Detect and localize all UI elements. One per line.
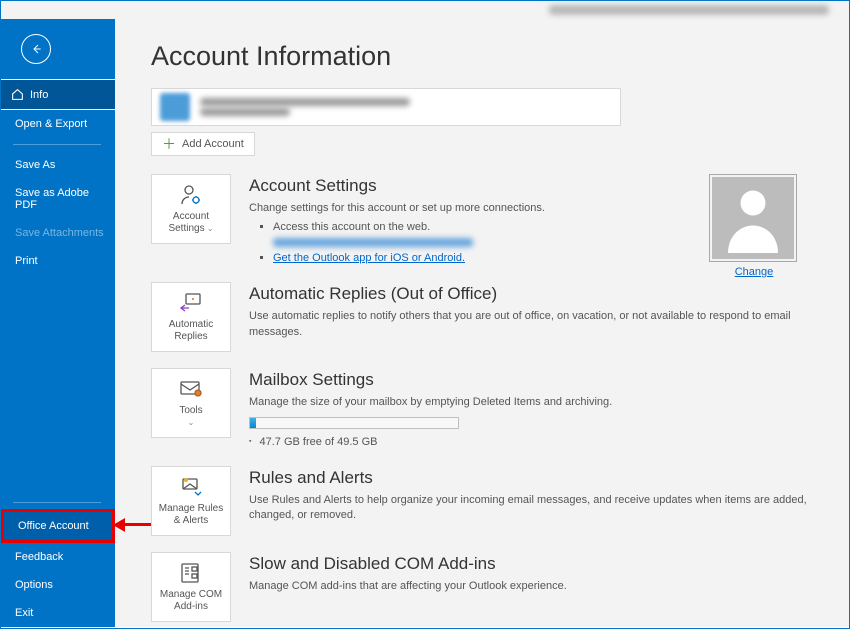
section-desc: Manage the size of your mailbox by empty… [249, 395, 819, 410]
arrow-left-icon [28, 41, 44, 57]
account-icon [160, 93, 190, 121]
envelope-gear-icon [178, 377, 204, 401]
auto-reply-icon [178, 291, 204, 315]
section-mailbox: Tools⌄ Mailbox Settings Manage the size … [151, 368, 819, 450]
tile-label: Manage Rules & Alerts [156, 503, 226, 527]
section-title: Automatic Replies (Out of Office) [249, 282, 819, 306]
rules-icon [178, 475, 204, 499]
tile-tools[interactable]: Tools⌄ [151, 368, 231, 438]
nav-info[interactable]: Info [1, 79, 115, 110]
section-title: Mailbox Settings [249, 368, 819, 392]
nav-office-account-label: Office Account [18, 520, 89, 532]
home-icon [11, 88, 24, 101]
nav-save-as[interactable]: Save As [1, 151, 115, 179]
avatar-placeholder-icon [723, 183, 783, 253]
nav-separator [13, 144, 101, 145]
backstage-sidebar: Info Open & Export Save As Save as Adobe… [1, 19, 115, 627]
web-url-blur[interactable] [273, 238, 473, 247]
account-selector[interactable] [151, 88, 621, 126]
tile-addins[interactable]: Manage COM Add-ins [151, 552, 231, 622]
tile-auto-replies[interactable]: Automatic Replies [151, 282, 231, 352]
nav-options[interactable]: Options [1, 571, 115, 599]
title-bar [1, 1, 849, 19]
account-type-blur [200, 108, 290, 116]
person-gear-icon [178, 183, 204, 207]
nav-info-label: Info [30, 89, 48, 101]
link-change-photo[interactable]: Change [735, 266, 774, 278]
section-desc: Use automatic replies to notify others t… [249, 309, 819, 340]
nav-feedback[interactable]: Feedback [1, 543, 115, 571]
add-account-label: Add Account [182, 138, 244, 150]
storage-progress [249, 417, 459, 429]
nav-office-account[interactable]: Office Account [1, 509, 115, 543]
section-title: Rules and Alerts [249, 466, 819, 490]
section-addins: Manage COM Add-ins Slow and Disabled COM… [151, 552, 819, 622]
back-button[interactable] [21, 34, 51, 64]
section-title: Slow and Disabled COM Add-ins [249, 552, 819, 576]
tile-label: Manage COM Add-ins [156, 589, 226, 613]
nav-open-export[interactable]: Open & Export [1, 110, 115, 138]
storage-text: 47.7 GB free of 49.5 GB [249, 435, 819, 450]
profile-photo-box: Change [709, 174, 799, 280]
section-desc: Use Rules and Alerts to help organize yo… [249, 493, 819, 524]
tile-rules[interactable]: Manage Rules & Alerts [151, 466, 231, 536]
tile-label: Tools [179, 405, 202, 416]
link-outlook-app[interactable]: Get the Outlook app for iOS or Android. [273, 252, 465, 264]
addins-icon [178, 561, 204, 585]
section-auto-replies: Automatic Replies Automatic Replies (Out… [151, 282, 819, 352]
account-email-blur [200, 98, 410, 106]
section-account-settings: Account Settings ⌄ Account Settings Chan… [151, 174, 819, 266]
section-rules: Manage Rules & Alerts Rules and Alerts U… [151, 466, 819, 536]
nav-separator-bottom [13, 502, 101, 503]
add-account-button[interactable]: ＋ Add Account [151, 132, 255, 156]
tile-label: Account Settings [168, 211, 209, 234]
section-desc: Manage COM add-ins that are affecting yo… [249, 579, 819, 594]
nav-print[interactable]: Print [1, 247, 115, 275]
user-email-blur [549, 5, 829, 15]
tile-account-settings[interactable]: Account Settings ⌄ [151, 174, 231, 244]
nav-save-adobe[interactable]: Save as Adobe PDF [1, 179, 115, 219]
tile-label: Automatic Replies [156, 319, 226, 343]
nav-exit[interactable]: Exit [1, 599, 115, 627]
nav-save-attachments: Save Attachments [1, 219, 115, 247]
page-title: Account Information [151, 41, 819, 72]
content-area: Account Information ＋ Add Account Accoun… [115, 19, 849, 627]
